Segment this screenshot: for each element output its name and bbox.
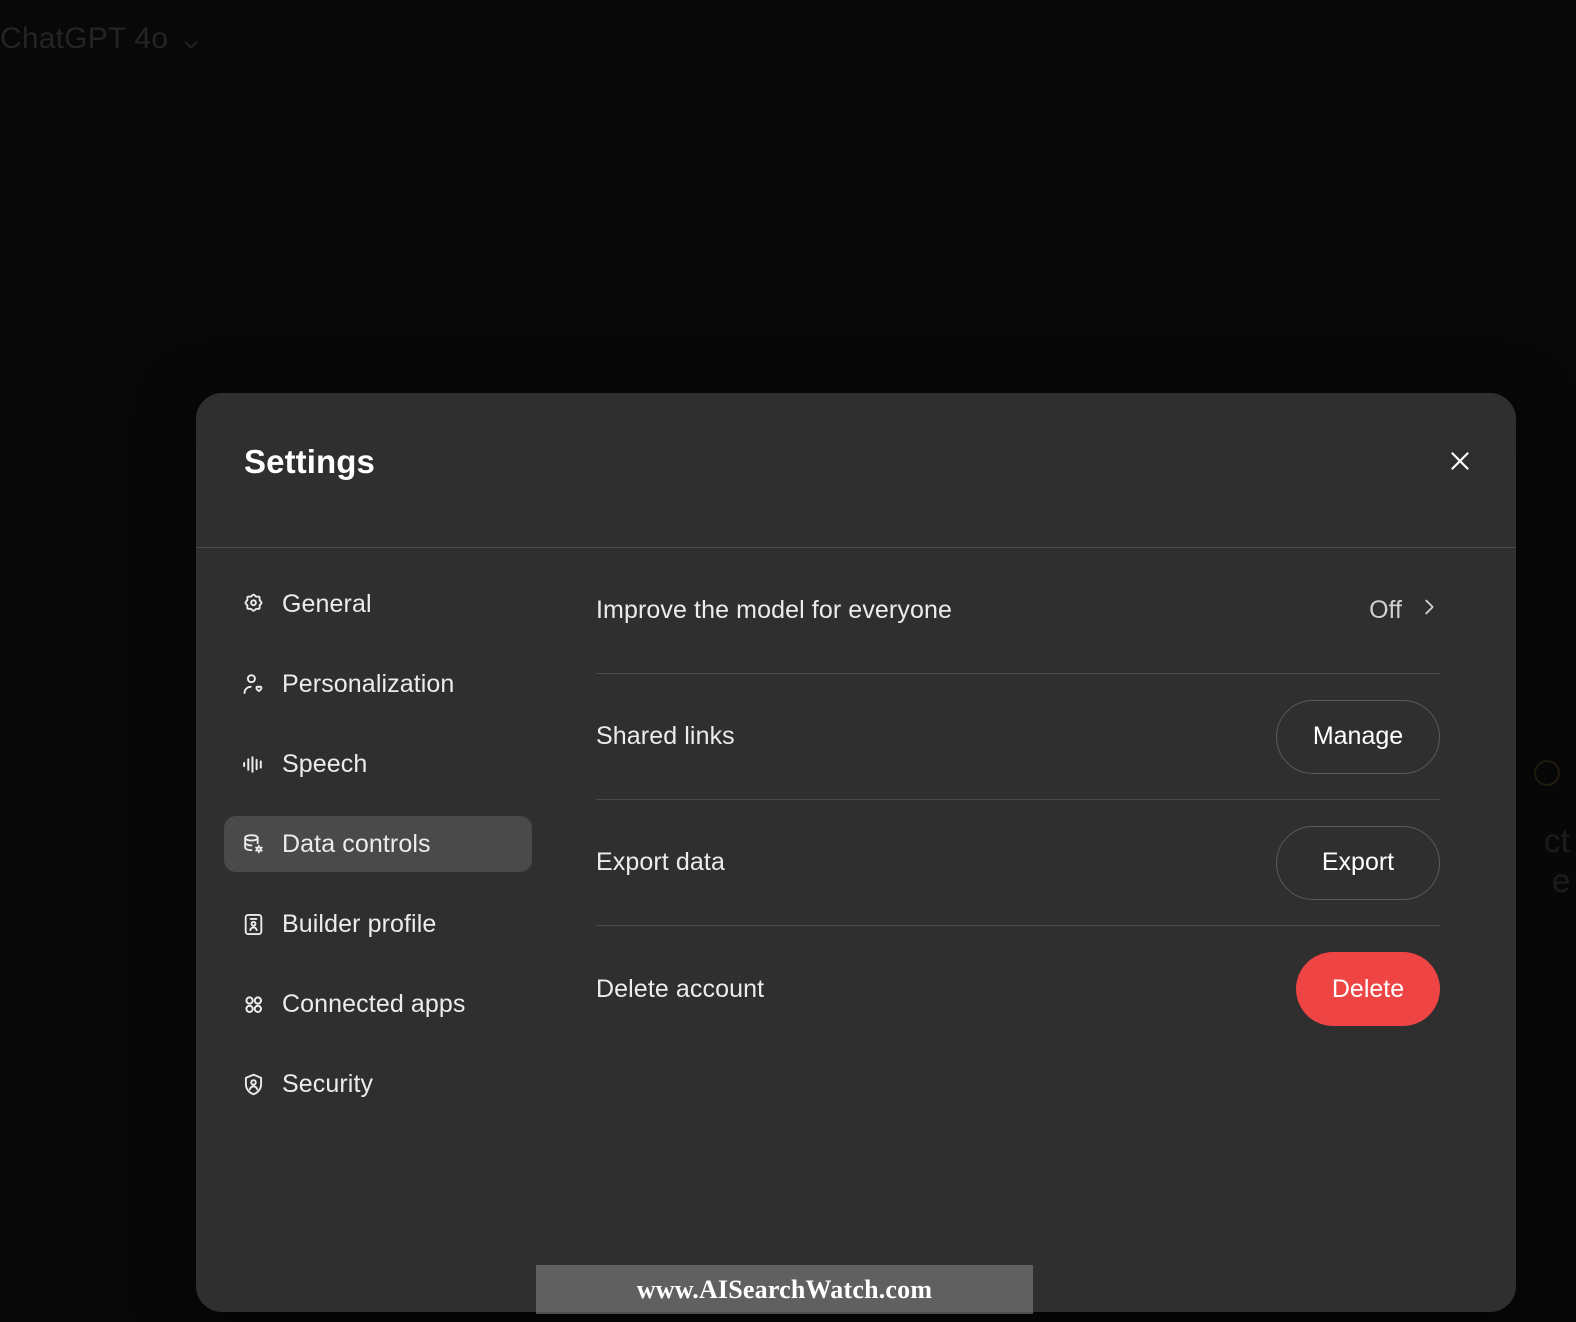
delete-account-button[interactable]: Delete — [1296, 952, 1440, 1026]
close-icon — [1447, 448, 1473, 474]
settings-sidebar: General Personalization Speech Data cont… — [196, 548, 556, 1311]
sidebar-item-personalization[interactable]: Personalization — [224, 656, 532, 712]
sidebar-item-builder-profile[interactable]: Builder profile — [224, 896, 532, 952]
sidebar-item-label: Security — [282, 1069, 374, 1098]
watermark: www.AISearchWatch.com — [536, 1265, 1033, 1314]
sidebar-item-label: Personalization — [282, 669, 455, 698]
sidebar-item-general[interactable]: General — [224, 576, 532, 632]
sidebar-item-label: Data controls — [282, 829, 431, 858]
export-button[interactable]: Export — [1276, 825, 1440, 900]
sidebar-item-data-controls[interactable]: Data controls — [224, 816, 532, 872]
id-card-icon — [240, 911, 266, 937]
sidebar-item-speech[interactable]: Speech — [224, 736, 532, 792]
improve-model-control[interactable]: Off — [1369, 596, 1440, 625]
database-gear-icon — [240, 831, 266, 857]
background-ghost-text-1: ct — [1544, 822, 1570, 859]
improve-model-value: Off — [1369, 596, 1402, 624]
user-heart-icon — [240, 671, 266, 697]
setting-label: Delete account — [596, 974, 765, 1003]
setting-row-delete-account: Delete account Delete — [596, 926, 1440, 1052]
manage-button[interactable]: Manage — [1276, 699, 1440, 774]
dialog-header: Settings — [196, 393, 1516, 548]
sidebar-item-label: Builder profile — [282, 909, 437, 938]
gear-icon — [240, 591, 266, 617]
model-switcher-label: ChatGPT 4o — [0, 22, 169, 55]
setting-row-shared-links: Shared links Manage — [596, 674, 1440, 800]
background-ghost-text-2: e — [1552, 862, 1571, 899]
chevron-down-icon — [180, 30, 202, 52]
sidebar-item-security[interactable]: Security — [224, 1056, 532, 1112]
sidebar-item-label: Connected apps — [282, 989, 466, 1018]
dialog-body: General Personalization Speech Data cont… — [196, 548, 1516, 1311]
shield-user-icon — [240, 1071, 266, 1097]
sidebar-item-connected-apps[interactable]: Connected apps — [224, 976, 532, 1032]
sidebar-item-label: Speech — [282, 749, 368, 778]
close-button[interactable] — [1436, 437, 1484, 485]
chevron-right-icon — [1418, 596, 1440, 625]
grid-dots-icon — [240, 991, 266, 1017]
settings-dialog: Settings General Personalization Speech … — [196, 393, 1516, 1312]
waveform-icon — [240, 751, 266, 777]
setting-label: Shared links — [596, 722, 735, 750]
page-title: Settings — [244, 443, 375, 480]
settings-content: Improve the model for everyone Off Share… — [556, 548, 1516, 1311]
model-switcher[interactable]: ChatGPT 4o — [0, 22, 202, 56]
setting-label: Export data — [596, 848, 725, 876]
setting-label: Improve the model for everyone — [596, 596, 952, 624]
setting-row-improve-model: Improve the model for everyone Off — [596, 548, 1440, 674]
background-ghost-ring — [1534, 760, 1560, 786]
setting-row-export-data: Export data Export — [596, 800, 1440, 926]
app-root: ChatGPT 4o ct e Settings General Persona… — [0, 0, 1576, 1322]
sidebar-item-label: General — [282, 589, 372, 618]
